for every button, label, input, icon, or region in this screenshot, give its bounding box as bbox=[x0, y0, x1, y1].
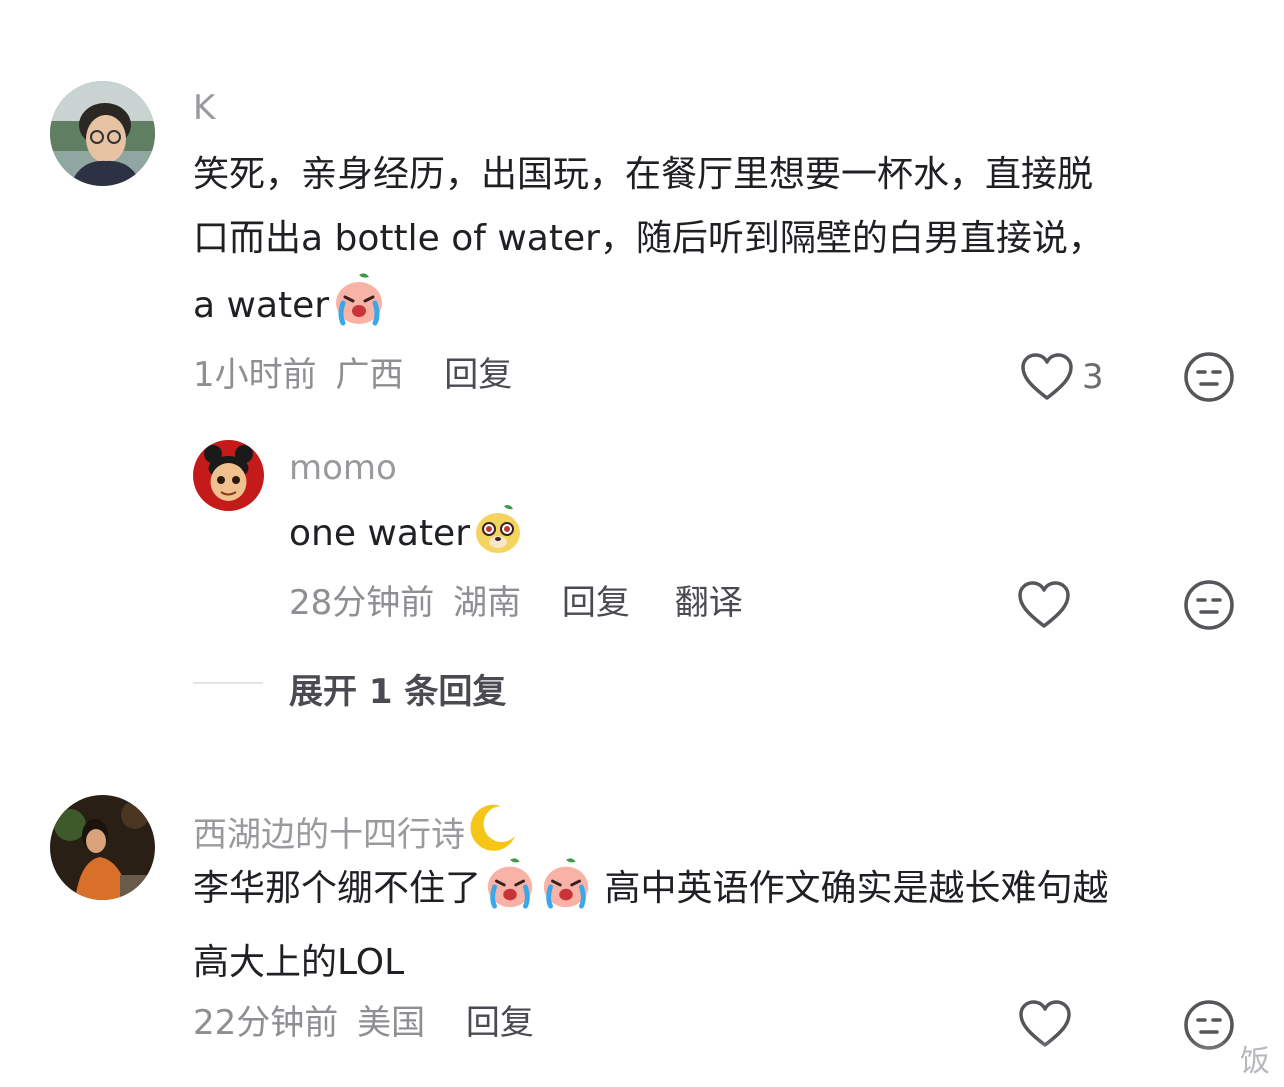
like-count: 3 bbox=[1082, 357, 1104, 397]
replier-username[interactable]: momo bbox=[289, 448, 397, 488]
like-button[interactable] bbox=[1020, 352, 1074, 402]
crescent-moon-emoji-icon bbox=[467, 802, 519, 863]
neutral-face-icon bbox=[1184, 352, 1234, 402]
dog-face-emoji-icon bbox=[472, 503, 524, 576]
reply-reply-button[interactable]: 回复 bbox=[562, 583, 630, 623]
comment-time: 22分钟前 bbox=[193, 1003, 339, 1043]
reply-meta: 28分钟前 湖南 回复 翻译 bbox=[289, 583, 743, 623]
replier-avatar[interactable] bbox=[193, 440, 264, 511]
crying-peach-emoji-icon bbox=[331, 271, 387, 348]
comment-text-part: 高中英语作文确实是越长难句越 bbox=[604, 868, 1109, 909]
comment-text-part: 李华那个绷不住了 bbox=[193, 868, 482, 909]
heart-icon bbox=[1021, 353, 1073, 400]
comment-location: 美国 bbox=[357, 1003, 426, 1043]
comment-text-line: a water bbox=[193, 271, 1253, 348]
crying-peach-emoji-icon bbox=[539, 856, 593, 931]
watermark-overlay bbox=[860, 1037, 1284, 1087]
woman-portrait-avatar-image bbox=[50, 795, 155, 900]
expand-divider bbox=[193, 682, 263, 684]
commenter-avatar[interactable] bbox=[50, 795, 155, 900]
expand-replies-button[interactable]: 展开 1 条回复 bbox=[289, 664, 506, 713]
comment-meta: 1小时前 广西 回复 bbox=[193, 355, 512, 395]
comment-text: 李华那个绷不住了 高中英语作文确实是越长难句越 高大上的LOL bbox=[193, 856, 1253, 995]
watermark-text: 饭 bbox=[1240, 1044, 1270, 1079]
neutral-face-icon bbox=[1184, 580, 1234, 630]
comment-text: 笑死，亲身经历，出国玩，在餐厅里想要一杯水，直接脱 口而出a bottle of… bbox=[193, 143, 1253, 348]
reply-dislike-button[interactable] bbox=[1183, 579, 1235, 631]
commenter-username[interactable]: 西湖边的十四行诗 bbox=[193, 802, 519, 863]
comment-meta: 22分钟前 美国 回复 bbox=[193, 1003, 534, 1043]
comment-text-tail: a water bbox=[193, 285, 330, 326]
heart-icon bbox=[1018, 581, 1070, 628]
reply-button[interactable]: 回复 bbox=[466, 1003, 534, 1043]
cartoon-character-avatar-image bbox=[193, 440, 264, 511]
reply-button[interactable]: 回复 bbox=[444, 355, 512, 395]
crying-peach-emoji-icon bbox=[483, 856, 537, 931]
commenter-username-text: 西湖边的十四行诗 bbox=[193, 815, 465, 855]
dislike-button[interactable] bbox=[1183, 351, 1235, 403]
person-with-glasses-avatar-image bbox=[50, 81, 155, 186]
comment-time: 1小时前 bbox=[193, 355, 317, 395]
reply-text-content: one water bbox=[289, 513, 471, 554]
commenter-avatar[interactable] bbox=[50, 81, 155, 186]
reply-location: 湖南 bbox=[453, 583, 522, 623]
translate-button[interactable]: 翻译 bbox=[675, 583, 743, 623]
comment-text-line: 李华那个绷不住了 高中英语作文确实是越长难句越 bbox=[193, 856, 1253, 931]
comment-text-line: 笑死，亲身经历，出国玩，在餐厅里想要一杯水，直接脱 bbox=[193, 154, 1094, 195]
reply-time: 28分钟前 bbox=[289, 583, 435, 623]
commenter-username[interactable]: K bbox=[193, 88, 215, 128]
comment-text-line: 口而出a bottle of water，随后听到隔壁的白男直接说， bbox=[193, 218, 1104, 259]
comment-location: 广西 bbox=[335, 355, 404, 395]
reply-like-button[interactable] bbox=[1017, 580, 1071, 630]
comment-text-line: 高大上的LOL bbox=[193, 942, 405, 983]
reply-text: one water bbox=[289, 502, 524, 576]
